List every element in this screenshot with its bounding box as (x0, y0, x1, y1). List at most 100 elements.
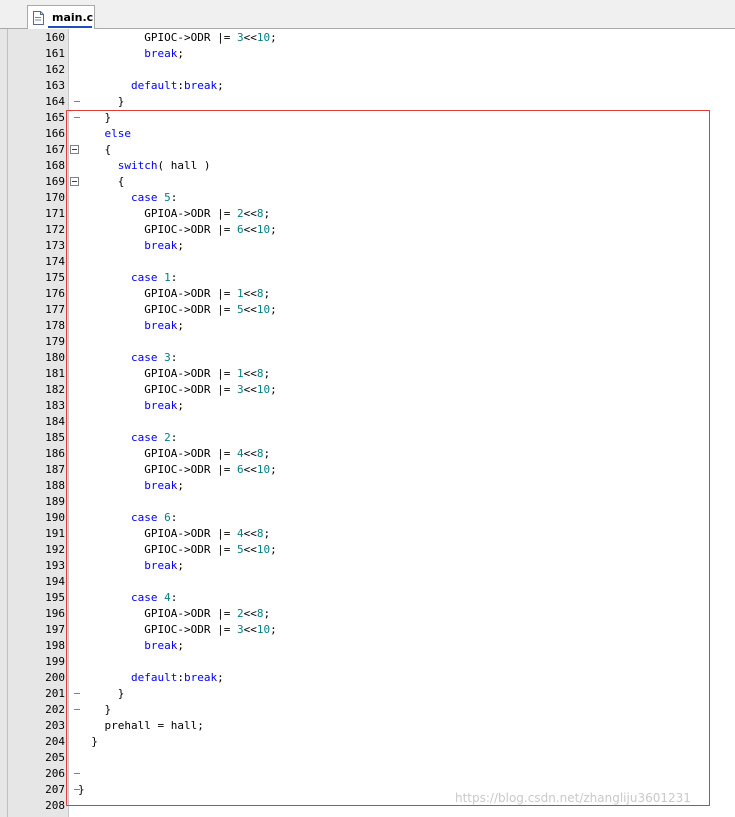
code-text: break; (78, 238, 184, 254)
line-number: 198 (45, 639, 65, 652)
code-line: 172 GPIOC->ODR |= 6<<10; (0, 222, 735, 238)
keyword-token: case (130, 431, 158, 444)
text-token: ; (270, 623, 277, 636)
number-token: 10 (256, 383, 271, 396)
code-text: break; (78, 318, 184, 334)
code-line: 184 (0, 414, 735, 430)
code-line: 200 default:break; (0, 670, 735, 686)
text-token: } (78, 735, 98, 748)
line-number: 187 (45, 463, 65, 476)
text-token: : (170, 351, 178, 364)
line-number: 183 (45, 399, 65, 412)
text-token: ; (263, 207, 271, 220)
number-token: 3 (236, 383, 244, 396)
text-token: ; (270, 463, 277, 476)
text-token: : (170, 271, 178, 284)
number-token: 6 (164, 511, 171, 524)
code-line: 182 GPIOC->ODR |= 3<<10; (0, 382, 735, 398)
line-number: 197 (45, 623, 65, 636)
text-token: GPIOC->ODR |= (78, 383, 237, 396)
code-text: } (78, 702, 111, 718)
text-token: } (78, 687, 125, 700)
number-token: 5 (236, 543, 244, 556)
line-number: 204 (45, 735, 65, 748)
line-number: 173 (45, 239, 65, 252)
line-number: 196 (45, 607, 65, 620)
line-number: 163 (45, 79, 65, 92)
code-text: break; (78, 478, 184, 494)
text-token: } (78, 95, 125, 108)
line-number: 167 (45, 143, 65, 156)
text-token: ; (270, 223, 277, 236)
code-line: 167 { (0, 142, 735, 158)
watermark: https://blog.csdn.net/zhangliju3601231 (455, 791, 691, 805)
code-line: 202 } (0, 702, 735, 718)
number-token: 2 (236, 207, 244, 220)
code-line: 175 case 1: (0, 270, 735, 286)
line-number: 182 (45, 383, 65, 396)
text-token: ; (263, 367, 271, 380)
text-token: : (170, 431, 178, 444)
keyword-token: case (130, 511, 158, 524)
line-number: 179 (45, 335, 65, 348)
code-line: 163 default:break; (0, 78, 735, 94)
text-token: ; (177, 399, 184, 412)
code-line: 183 break; (0, 398, 735, 414)
code-text: } (78, 686, 125, 702)
keyword-token: default (130, 671, 178, 684)
code-line: 165 } (0, 110, 735, 126)
text-token: ( hall ) (157, 159, 211, 172)
code-text: break; (78, 638, 184, 654)
line-number: 168 (45, 159, 65, 172)
line-number: 178 (45, 319, 65, 332)
code-text: GPIOC->ODR |= 6<<10; (78, 222, 277, 238)
number-token: 5 (236, 303, 244, 316)
keyword-token: break (144, 319, 178, 332)
keyword-token: case (130, 351, 158, 364)
keyword-token: break (144, 479, 178, 492)
line-number: 199 (45, 655, 65, 668)
text-token: : (177, 79, 184, 92)
text-token: << (243, 527, 257, 540)
text-token: << (243, 447, 257, 460)
keyword-token: case (130, 271, 158, 284)
number-token: 10 (256, 543, 271, 556)
fold-end-marker-icon (74, 773, 80, 774)
code-line: 198 break; (0, 638, 735, 654)
line-number: 184 (45, 415, 65, 428)
keyword-token: break (144, 639, 178, 652)
text-token: { (78, 143, 112, 156)
text-token: : (170, 191, 178, 204)
text-token: ; (270, 31, 277, 44)
code-line: 180 case 3: (0, 350, 735, 366)
line-number: 170 (45, 191, 65, 204)
text-token: GPIOC->ODR |= (78, 623, 237, 636)
keyword-token: break (144, 47, 178, 60)
code-text: GPIOC->ODR |= 3<<10; (78, 30, 277, 46)
text-token: } (78, 703, 112, 716)
number-token: 10 (256, 463, 271, 476)
code-text: case 2: (78, 430, 177, 446)
code-line: 203 prehall = hall; (0, 718, 735, 734)
code-text: { (78, 142, 111, 158)
code-text: } (78, 734, 98, 750)
text-token: << (243, 367, 257, 380)
code-text: case 6: (78, 510, 177, 526)
line-number: 195 (45, 591, 65, 604)
number-token: 3 (164, 351, 171, 364)
number-token: 4 (164, 591, 171, 604)
code-text: case 4: (78, 590, 177, 606)
tab-main-c[interactable]: main.c (27, 5, 95, 29)
line-number: 176 (45, 287, 65, 300)
number-token: 10 (256, 31, 271, 44)
line-number: 190 (45, 511, 65, 524)
line-number: 206 (45, 767, 65, 780)
text-token: << (243, 303, 257, 316)
